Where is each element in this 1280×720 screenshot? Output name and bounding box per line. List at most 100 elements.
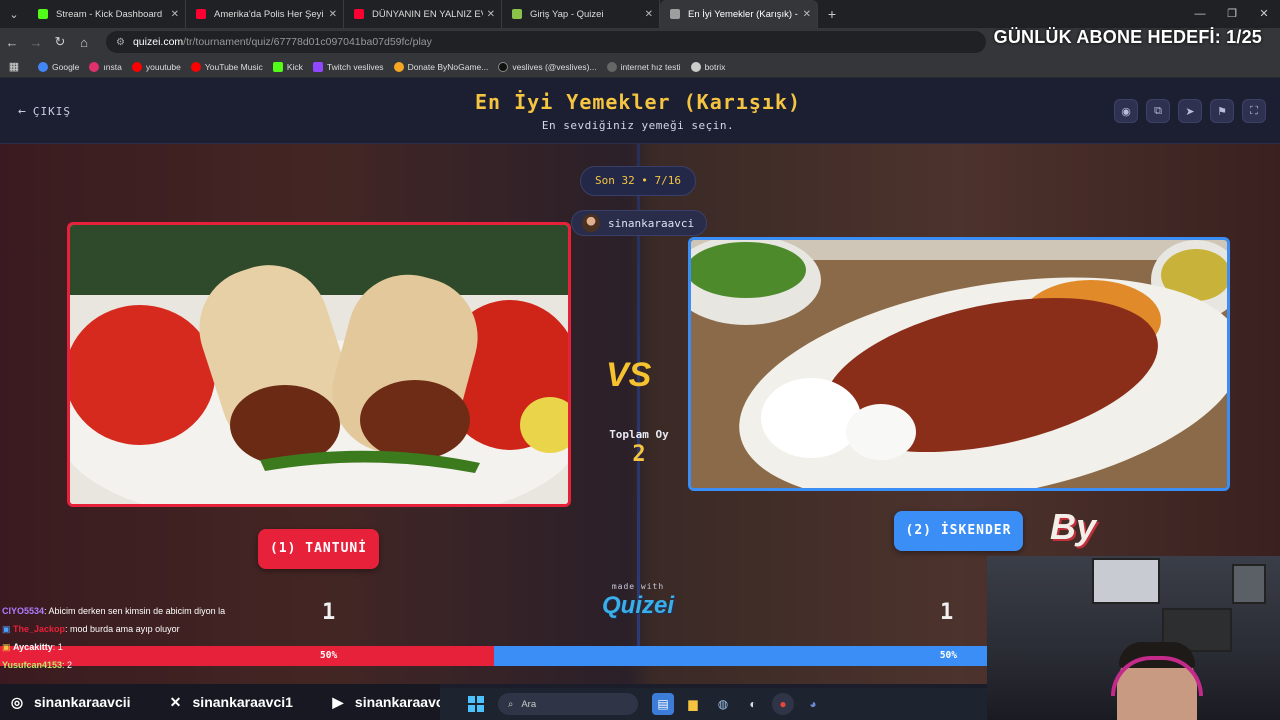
browser-tab-active[interactable]: En İyi Yemekler (Karışık) - Tier Li ✕ bbox=[660, 0, 818, 28]
tab-close-icon[interactable]: ✕ bbox=[171, 9, 179, 20]
chat-user: The_Jackop bbox=[13, 624, 66, 634]
browser-tab[interactable]: Amerika'da Polis Her Şeyi Görü ✕ bbox=[186, 0, 344, 28]
left-vote-count: 1 bbox=[322, 600, 336, 625]
kick-favicon-icon bbox=[38, 9, 48, 19]
chat-message: : mod burda ama ayıp oluyor bbox=[65, 624, 180, 634]
social-handle: sinankaraavci1 bbox=[192, 694, 293, 710]
tab-search-menu-icon[interactable]: ⌄ bbox=[0, 0, 28, 28]
chat-user: Yusufcan4153 bbox=[2, 660, 63, 670]
site-info-icon[interactable]: ⚙ bbox=[116, 37, 125, 48]
flag-icon[interactable]: ⚑ bbox=[1210, 99, 1234, 123]
choose-right-button[interactable]: (2) İSKENDER bbox=[894, 511, 1023, 551]
right-vote-count: 1 bbox=[940, 600, 954, 625]
chat-line: ▣ The_Jackop: mod burda ama ayıp oluyor bbox=[2, 620, 225, 638]
chat-badge-icon: ▣ bbox=[2, 642, 14, 652]
twitch-icon bbox=[312, 61, 323, 72]
bookmark-item[interactable]: veslives (@veslives)... bbox=[498, 61, 597, 72]
youtube-favicon-icon bbox=[196, 9, 206, 19]
file-explorer-icon[interactable]: ▆ bbox=[682, 693, 704, 715]
bookmark-item[interactable]: youutube bbox=[131, 61, 181, 72]
right-percent: 50% bbox=[939, 650, 957, 661]
instagram-icon: ◎ bbox=[10, 693, 24, 710]
chat-message: : 2 bbox=[62, 660, 73, 670]
option-card-right[interactable] bbox=[688, 237, 1230, 491]
tab-close-icon[interactable]: ✕ bbox=[803, 9, 811, 20]
windows-start-icon[interactable] bbox=[468, 696, 484, 712]
bookmark-item[interactable]: Donate ByNoGame... bbox=[393, 61, 488, 72]
back-icon[interactable]: ← bbox=[0, 35, 24, 50]
wall-frame bbox=[1092, 558, 1160, 604]
avatar bbox=[582, 214, 600, 232]
browser-tab[interactable]: DÜNYANIN EN YALNIZ EVİNDE ✕ bbox=[344, 0, 502, 28]
tab-title: Giriş Yap - Quizei bbox=[530, 8, 604, 20]
maximize-icon[interactable]: ❐ bbox=[1216, 0, 1248, 28]
url-host: quizei.com bbox=[132, 36, 184, 48]
fullscreen-icon[interactable]: ⛶ bbox=[1242, 99, 1266, 123]
subscriber-goal-overlay: GÜNLÜK ABONE HEDEFİ: 1/25 bbox=[993, 27, 1262, 47]
tab-title: DÜNYANIN EN YALNIZ EVİNDE bbox=[372, 8, 483, 20]
option-card-left[interactable] bbox=[67, 222, 571, 507]
window-controls: — ❐ ✕ bbox=[1184, 0, 1280, 28]
minimize-icon[interactable]: — bbox=[1184, 0, 1216, 28]
tab-title: Amerika'da Polis Her Şeyi Görü bbox=[214, 8, 325, 20]
new-tab-button[interactable]: + bbox=[818, 6, 846, 22]
bookmark-item[interactable]: Kick bbox=[272, 61, 303, 72]
app-icon[interactable]: ◐ bbox=[742, 693, 764, 715]
chat-line: ▣ Aycakitty: 1 bbox=[2, 638, 225, 656]
tab-close-icon[interactable]: ✕ bbox=[645, 9, 653, 20]
quiz-title: En İyi Yemekler (Karışık) bbox=[474, 90, 802, 114]
social-item: ▶ sinankaraavci bbox=[329, 693, 448, 711]
apps-grid-icon[interactable]: ▦ bbox=[0, 60, 28, 73]
round-indicator: Son 32 • 7/16 bbox=[580, 166, 696, 196]
bookmark-item[interactable]: Twitch veslives bbox=[312, 61, 384, 72]
iskender-image bbox=[691, 240, 1227, 488]
bookmark-item[interactable]: internet hız testi bbox=[606, 61, 681, 72]
steam-icon[interactable]: ◍ bbox=[712, 693, 734, 715]
made-with-label: made with bbox=[611, 582, 665, 591]
left-percent: 50% bbox=[320, 650, 338, 661]
choose-left-button[interactable]: (1) TANTUNİ bbox=[258, 529, 379, 569]
botrix-icon bbox=[690, 61, 701, 72]
windows-taskbar: ⌕ Ara ▤ ▆ ◍ ◐ ● ◕ bbox=[440, 688, 987, 720]
eye-icon[interactable]: ◉ bbox=[1114, 99, 1138, 123]
speedtest-icon bbox=[606, 61, 617, 72]
home-icon[interactable]: ⌂ bbox=[72, 35, 96, 50]
browser-tab[interactable]: Stream - Kick Dashboard ✕ bbox=[28, 0, 186, 28]
bookmark-item[interactable]: YouTube Music bbox=[190, 61, 263, 72]
stream-chat: CIYO5534: Abicim derken sen kimsin de ab… bbox=[2, 602, 225, 674]
tiktok-icon bbox=[498, 61, 509, 72]
tab-title: En İyi Yemekler (Karışık) - Tier Li bbox=[688, 8, 799, 20]
socials-bar: ◎ sinankaraavcii ✕ sinankaraavci1 ▶ sina… bbox=[0, 684, 448, 720]
share-icon[interactable]: ⧉ bbox=[1146, 99, 1170, 123]
bookmark-item[interactable]: botrix bbox=[690, 61, 725, 72]
quiz-header: ← ÇIKIŞ En İyi Yemekler (Karışık) En sev… bbox=[0, 78, 1280, 144]
close-window-icon[interactable]: ✕ bbox=[1248, 0, 1280, 28]
google-icon bbox=[38, 61, 48, 72]
vote-share-right: 50% bbox=[493, 646, 987, 666]
bynogame-logo: By bbox=[1050, 506, 1097, 547]
discord-icon[interactable]: ◕ bbox=[802, 693, 824, 715]
tab-close-icon[interactable]: ✕ bbox=[329, 9, 337, 20]
bookmark-item[interactable]: Google bbox=[38, 61, 79, 72]
url-field[interactable]: ⚙ quizei.com/tr/tournament/quiz/67778d01… bbox=[106, 31, 986, 53]
chat-line: Yusufcan4153: 2 bbox=[2, 656, 225, 674]
send-icon[interactable]: ➤ bbox=[1178, 99, 1202, 123]
taskbar-search[interactable]: ⌕ Ara bbox=[498, 693, 638, 715]
youtube-icon: ▶ bbox=[332, 693, 344, 710]
vs-icon: VS bbox=[606, 356, 652, 394]
widgets-icon[interactable]: ▤ bbox=[652, 693, 674, 715]
forward-icon[interactable]: → bbox=[24, 35, 48, 50]
quizei-logo: Quizei bbox=[601, 592, 674, 619]
quizei-favicon-icon bbox=[512, 9, 522, 19]
browser-tab[interactable]: Giriş Yap - Quizei ✕ bbox=[502, 0, 660, 28]
social-item: ◎ sinankaraavcii bbox=[8, 693, 131, 711]
bookmark-item[interactable]: ınsta bbox=[89, 61, 122, 72]
social-handle: sinankaraavci bbox=[354, 694, 448, 710]
youtube-icon bbox=[131, 61, 142, 72]
chrome-icon[interactable]: ● bbox=[772, 693, 794, 715]
bookmarks-bar: ▦ Google ınsta youutube YouTube Music Ki… bbox=[0, 56, 1280, 78]
chat-line: CIYO5534: Abicim derken sen kimsin de ab… bbox=[2, 602, 225, 620]
tab-close-icon[interactable]: ✕ bbox=[487, 9, 495, 20]
kick-icon bbox=[272, 61, 283, 72]
reload-icon[interactable]: ↻ bbox=[48, 34, 72, 50]
